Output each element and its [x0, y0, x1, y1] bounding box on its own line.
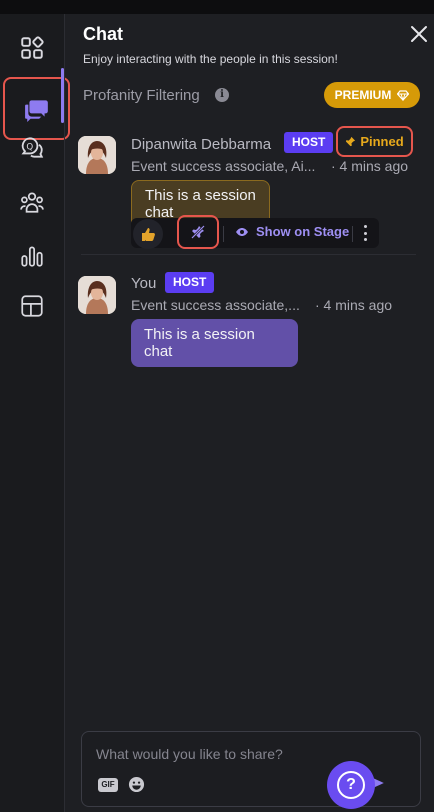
diamond-icon	[397, 89, 410, 101]
action-divider	[352, 226, 353, 242]
premium-button[interactable]: PREMIUM	[324, 82, 420, 108]
sender-name: You	[131, 275, 157, 292]
pinned-label: Pinned	[360, 134, 404, 149]
pinned-badge: Pinned	[336, 126, 413, 157]
apps-grid-button[interactable]	[10, 28, 54, 68]
chat-icon	[24, 99, 48, 122]
message-input[interactable]	[96, 746, 396, 762]
unpin-button[interactable]	[177, 215, 219, 249]
chat-panel: Chat Enjoy interacting with the people i…	[65, 14, 434, 812]
message-time: · 4 mins ago	[315, 297, 393, 313]
close-icon[interactable]	[409, 24, 429, 44]
premium-label: PREMIUM	[334, 88, 392, 102]
unpin-icon	[191, 225, 205, 239]
svg-text:Q: Q	[26, 143, 33, 153]
gif-button[interactable]: GIF	[98, 778, 118, 792]
message-action-bar: Show on Stage	[131, 215, 379, 249]
qna-icon: Q	[21, 137, 44, 158]
help-icon: ?	[337, 771, 365, 799]
message-text: This is a session chat	[144, 326, 255, 360]
like-button[interactable]	[133, 219, 163, 249]
page-subtitle: Enjoy interacting with the people in thi…	[83, 52, 338, 66]
sender-designation: Event success associate,...	[131, 297, 300, 313]
top-strip	[0, 0, 434, 14]
show-on-stage-label: Show on Stage	[256, 224, 350, 239]
qna-button[interactable]: Q	[10, 128, 54, 168]
sender-name: Dipanwita Debbarma	[131, 136, 272, 153]
more-options-icon[interactable]	[362, 225, 368, 241]
eye-icon	[236, 227, 248, 236]
action-divider	[223, 226, 224, 242]
emoji-icon[interactable]	[128, 776, 145, 793]
polls-icon	[21, 246, 43, 267]
info-icon[interactable]: i	[215, 88, 229, 102]
user-photo	[78, 136, 116, 174]
profanity-filter-label: Profanity Filtering	[83, 87, 200, 104]
user-photo	[78, 276, 116, 314]
page-title: Chat	[83, 24, 123, 44]
thumbs-up-icon	[142, 228, 155, 241]
message-bubble: This is a session chat	[131, 319, 298, 367]
side-rail: Q	[0, 14, 70, 812]
sender-designation: Event success associate, Ai...	[131, 158, 316, 174]
people-icon	[20, 192, 44, 213]
avatar[interactable]	[78, 276, 116, 314]
polls-button[interactable]	[10, 236, 54, 276]
people-button[interactable]	[10, 182, 54, 222]
layout-icon	[21, 295, 43, 317]
host-badge: HOST	[165, 272, 215, 293]
layout-button[interactable]	[10, 286, 54, 326]
avatar[interactable]	[78, 136, 116, 174]
host-badge: HOST	[284, 132, 334, 153]
message-time: · 4 mins ago	[331, 158, 409, 174]
help-button[interactable]: ?	[327, 761, 375, 809]
apps-grid-icon	[21, 36, 44, 59]
message-divider	[81, 254, 416, 255]
pin-icon	[346, 136, 356, 147]
show-on-stage-button[interactable]: Show on Stage	[235, 224, 349, 239]
